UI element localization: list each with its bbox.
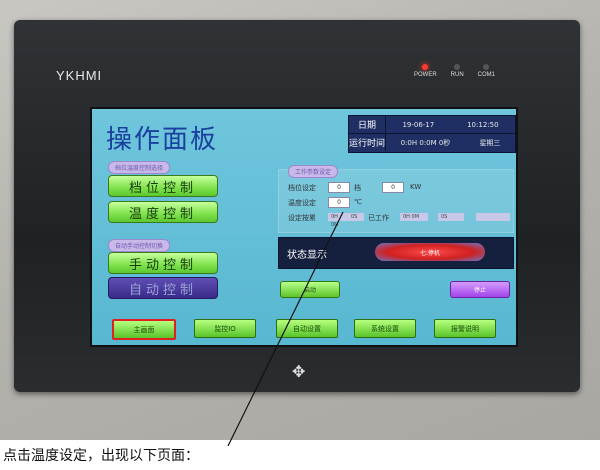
- caption-text: 点击温度设定，出现以下页面：: [3, 448, 199, 464]
- annotation-pointer: [227, 211, 344, 447]
- pointer-line: [227, 211, 344, 447]
